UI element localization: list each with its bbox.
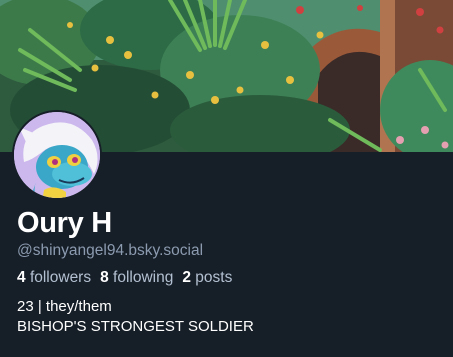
posts-label: posts bbox=[195, 269, 233, 286]
profile-info: Oury H @shinyangel94.bsky.social 4 follo… bbox=[17, 206, 443, 337]
following-count: 8 bbox=[100, 269, 109, 286]
following-label: following bbox=[113, 269, 174, 286]
profile-stats: 4 followers 8 following 2 posts bbox=[17, 268, 443, 288]
avatar-dragon-illustration bbox=[14, 112, 100, 198]
posts-count: 2 bbox=[182, 269, 191, 286]
posts-stat: 2 posts bbox=[182, 269, 241, 286]
followers-link[interactable]: 4 followers bbox=[17, 269, 100, 286]
avatar[interactable] bbox=[12, 110, 102, 200]
display-name: Oury H bbox=[17, 207, 112, 239]
profile-handle[interactable]: @shinyangel94.bsky.social bbox=[17, 241, 443, 261]
profile-bio: 23 | they/them BISHOP'S STRONGEST SOLDIE… bbox=[17, 297, 443, 337]
following-link[interactable]: 8 following bbox=[100, 269, 182, 286]
bio-line: 23 | they/them bbox=[17, 298, 112, 315]
followers-count: 4 bbox=[17, 269, 26, 286]
bio-line: BISHOP'S STRONGEST SOLDIER bbox=[17, 318, 254, 335]
followers-label: followers bbox=[29, 269, 92, 286]
